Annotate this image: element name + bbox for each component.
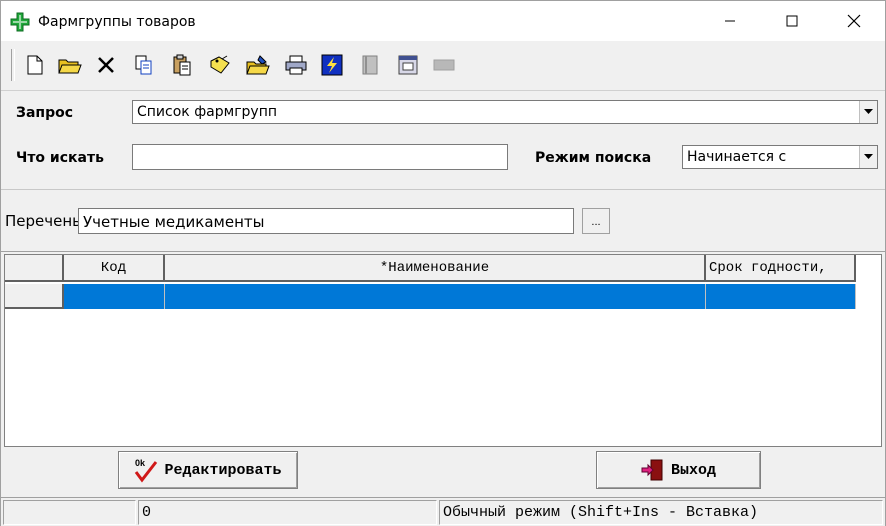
edit-folder-icon (246, 55, 270, 75)
green-cross-icon (10, 12, 30, 32)
cell-shelf-life[interactable] (706, 284, 856, 309)
mode-select-arrow[interactable] (859, 146, 877, 168)
title-bar: Фармгруппы товаров (1, 1, 885, 41)
minus-button[interactable] (432, 53, 456, 77)
query-select[interactable]: Список фармгрупп (132, 100, 878, 124)
status-pane-count: 0 (138, 500, 437, 525)
query-form: Запрос Список фармгрупп Что искать Режим… (1, 92, 885, 190)
copy-icon (135, 55, 152, 75)
chevron-down-icon (864, 154, 873, 159)
exit-button[interactable]: Выход (596, 451, 761, 489)
tag-icon (210, 55, 230, 74)
data-grid[interactable]: Код *Наименование Срок годности, (4, 254, 882, 447)
query-label: Запрос (16, 105, 74, 121)
list-selector: Перечень Учетные медикаменты ... (1, 190, 885, 252)
notebook-button[interactable] (358, 53, 382, 77)
open-button[interactable] (58, 53, 82, 77)
lightning-button[interactable] (320, 53, 344, 77)
mode-select-value: Начинается с (687, 149, 787, 165)
mode-label: Режим поиска (535, 150, 652, 166)
window-button[interactable] (396, 53, 420, 77)
tag-button[interactable] (208, 53, 232, 77)
query-select-arrow[interactable] (859, 101, 877, 123)
maximize-button[interactable] (761, 1, 823, 41)
paste-icon (173, 54, 191, 76)
mode-select[interactable]: Начинается с (682, 145, 878, 169)
column-header-name[interactable]: *Наименование (165, 255, 706, 282)
new-button[interactable] (23, 53, 47, 77)
print-button[interactable] (284, 53, 308, 77)
delete-icon (98, 57, 114, 73)
search-label: Что искать (16, 150, 104, 166)
minus-icon (433, 59, 455, 71)
row-indicator[interactable] (5, 284, 64, 309)
minimize-icon (725, 20, 735, 22)
maximize-icon (786, 15, 798, 27)
cell-name[interactable] (165, 284, 706, 309)
exit-button-label: Выход (670, 461, 716, 479)
new-document-icon (27, 55, 43, 75)
search-input[interactable] (132, 144, 508, 170)
edit-button[interactable]: 0k Редактировать (118, 451, 298, 489)
print-icon (285, 55, 307, 75)
paste-button[interactable] (170, 53, 194, 77)
status-bar: 0 Обычный режим (Shift+Ins - Вставка) (1, 497, 885, 526)
column-header-code[interactable]: Код (64, 255, 165, 282)
grid-corner (5, 255, 64, 282)
query-select-value: Список фармгрупп (137, 104, 278, 120)
open-folder-icon (58, 59, 82, 74)
copy-button[interactable] (132, 53, 156, 77)
lightning-icon (321, 54, 343, 76)
edit-folder-button[interactable] (246, 53, 270, 77)
ok-check-icon-text: 0k (135, 458, 146, 468)
exit-door-icon (641, 459, 663, 481)
chevron-down-icon (864, 109, 873, 114)
toolbar-grip[interactable] (11, 49, 15, 81)
edit-button-label: Редактировать (164, 461, 282, 479)
window-title: Фармгруппы товаров (38, 14, 196, 30)
column-header-shelf-life[interactable]: Срок годности, (706, 255, 856, 282)
notebook-icon (362, 55, 378, 75)
close-icon (847, 14, 861, 28)
minimize-button[interactable] (699, 1, 761, 41)
list-input[interactable]: Учетные медикаменты (78, 208, 574, 234)
list-label: Перечень (5, 212, 79, 230)
ok-check-icon: 0k (135, 458, 158, 483)
main-window: Фармгруппы товаров Запрос Список фармгру… (0, 0, 886, 526)
toolbar (1, 41, 885, 91)
cell-code[interactable] (64, 284, 165, 309)
browse-button[interactable]: ... (582, 208, 610, 234)
close-button[interactable] (823, 1, 885, 41)
window-icon (398, 55, 418, 75)
delete-button[interactable] (94, 53, 118, 77)
status-pane-mode: Обычный режим (Shift+Ins - Вставка) (439, 500, 883, 525)
status-pane-1 (3, 500, 136, 525)
